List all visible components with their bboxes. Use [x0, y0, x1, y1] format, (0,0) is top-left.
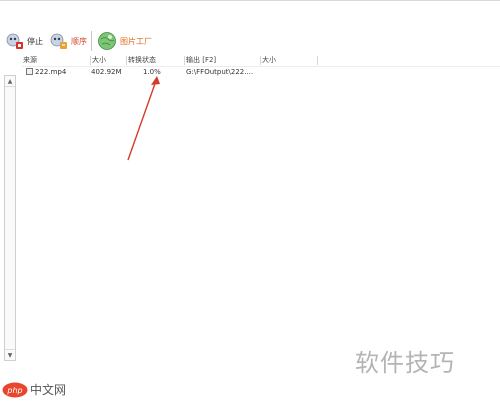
sort-button[interactable]: 顺序 [50, 28, 87, 54]
scroll-up-arrow-icon[interactable]: ▲ [5, 76, 15, 87]
toolbar: 停止 顺序 图片工厂 [0, 28, 500, 54]
globe-icon [98, 32, 116, 50]
stop-button[interactable]: 停止 [6, 28, 43, 54]
image-factory-label: 图片工厂 [120, 36, 152, 46]
stop-icon [6, 33, 23, 49]
logo-text: 中文网 [30, 383, 67, 397]
scrollbar-thumb[interactable] [6, 88, 14, 348]
row-output: G:\FFOutput\222.... [186, 68, 254, 76]
column-header-size[interactable]: 大小 [91, 55, 106, 66]
list-header: 来源 大小 转换状态 输出 [F2] 大小 [22, 55, 500, 66]
stop-label: 停止 [27, 36, 43, 46]
column-divider [317, 56, 318, 65]
column-header-output[interactable]: 输出 [F2] [185, 55, 216, 66]
toolbar-separator [91, 31, 92, 51]
column-header-output-size[interactable]: 大小 [261, 55, 276, 66]
column-header-source[interactable]: 来源 [22, 55, 37, 66]
image-factory-button[interactable]: 图片工厂 [97, 28, 152, 54]
window-top-border [0, 0, 500, 1]
sort-icon [50, 33, 67, 49]
row-status: 1.0% [143, 68, 161, 76]
svg-text:php: php [6, 386, 22, 395]
column-header-status[interactable]: 转换状态 [127, 55, 156, 66]
php-logo-icon: php [2, 382, 28, 397]
sort-label: 顺序 [71, 36, 87, 46]
row-size: 402.92M [91, 68, 122, 76]
scroll-down-arrow-icon[interactable]: ▼ [5, 349, 15, 360]
video-file-icon [26, 68, 33, 75]
table-row[interactable]: 222.mp4 402.92M 1.0% G:\FFOutput\222.... [22, 67, 322, 77]
watermark-text: 软件技巧 [355, 349, 455, 377]
vertical-scrollbar[interactable]: ▲ ▼ [4, 75, 16, 361]
site-logo: php 中文网 [2, 381, 66, 398]
row-source: 222.mp4 [35, 68, 67, 76]
